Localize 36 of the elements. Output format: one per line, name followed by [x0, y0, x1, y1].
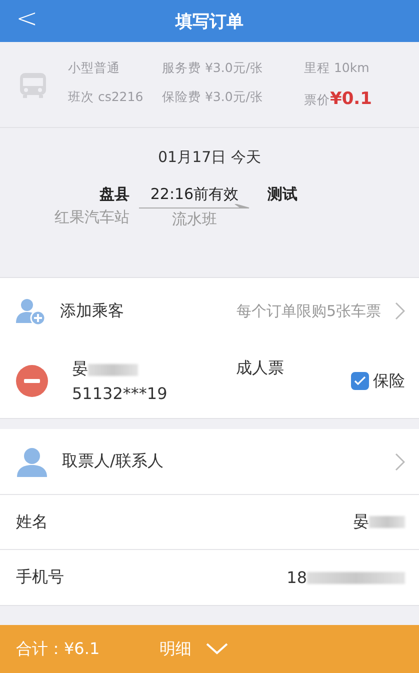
service-fee: 服务费 ¥3.0元/张	[162, 60, 264, 77]
passenger-id: 51132***19	[72, 384, 168, 403]
validity-time: 22:16前有效	[150, 185, 239, 204]
user-icon	[16, 446, 48, 476]
schedule-number: 班次 cs2216	[68, 89, 144, 106]
ticket-price: ¥0.1	[330, 89, 372, 109]
field-label: 姓名	[16, 512, 48, 532]
chevron-right-icon	[395, 452, 405, 470]
bus-icon	[18, 70, 48, 98]
add-passenger-label[interactable]: 添加乘客	[60, 300, 124, 322]
departure-date: 01月17日 今天	[158, 148, 261, 167]
ticket-limit-hint: 每个订单限购5张车票	[236, 302, 381, 320]
field-label: 手机号	[16, 567, 64, 588]
chevron-right-icon	[395, 302, 405, 320]
price-label: 票价	[304, 92, 330, 109]
insurance-checkbox[interactable]	[351, 372, 369, 390]
total-amount: 合计：¥6.1	[16, 638, 100, 660]
check-icon	[354, 376, 366, 386]
service-type: 流水班	[172, 210, 217, 229]
insurance-fee: 保险费 ¥3.0元/张	[162, 89, 264, 106]
contact-label[interactable]: 取票人/联系人	[62, 451, 164, 472]
distance: 里程 10km	[304, 60, 370, 77]
origin-station: 红果汽车站	[54, 208, 130, 227]
field-value[interactable]: 晏	[353, 512, 405, 532]
back-button[interactable]: <	[8, 4, 46, 34]
destination-city: 测试	[268, 185, 298, 204]
page-title: 填写订单	[176, 10, 244, 32]
add-user-icon	[16, 297, 46, 325]
bus-type: 小型普通	[68, 60, 121, 77]
origin-city: 盘县	[100, 185, 130, 204]
passenger-name: 晏	[72, 359, 212, 380]
chevron-down-icon	[206, 643, 228, 655]
remove-icon[interactable]	[16, 365, 48, 397]
insurance-label: 保险	[373, 370, 405, 392]
ticket-type: 成人票	[236, 358, 284, 379]
field-value[interactable]: 18	[286, 568, 405, 587]
